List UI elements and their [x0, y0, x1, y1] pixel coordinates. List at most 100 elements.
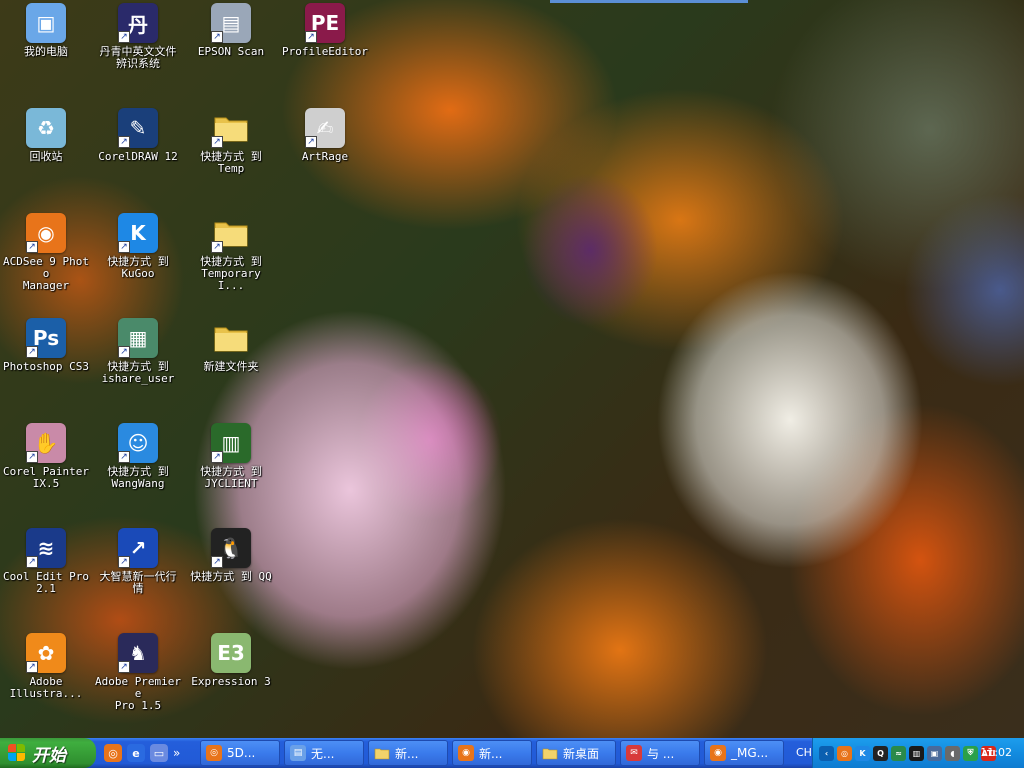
kugoo-icon: K ↗	[118, 213, 158, 253]
desktop-icon-label: 回收站	[29, 150, 63, 163]
desktop-icon-label: 快捷方式 到 QQ	[190, 570, 272, 583]
task-button-label: _MG...	[731, 746, 769, 760]
desktop-icon[interactable]: 新建文件夹	[185, 318, 277, 373]
network-tray-icon[interactable]: ≈	[891, 745, 906, 761]
acdsee-icon: ◉	[710, 745, 726, 761]
show-desktop-icon[interactable]: ▭	[150, 744, 168, 762]
task-button[interactable]: 新桌面	[536, 740, 616, 766]
clock[interactable]: 11:02	[980, 746, 1012, 759]
desktop-icon[interactable]: E3 Expression 3	[185, 633, 277, 688]
desktop-icon-label: Adobe Premiere Pro 1.5	[94, 675, 182, 712]
task-button[interactable]: ▤ 无...	[284, 740, 364, 766]
desktop-icon-label: 快捷方式 到 KuGoo	[107, 255, 169, 280]
illustrator-icon: ✿ ↗	[26, 633, 66, 673]
desktop-icon[interactable]: 🐧 ↗ 快捷方式 到 QQ	[185, 528, 277, 583]
desktop-icon[interactable]: ▤ ↗ EPSON Scan	[185, 3, 277, 58]
artrage-icon: ✍ ↗	[305, 108, 345, 148]
folder-icon	[374, 745, 390, 761]
desktop-icon[interactable]: Ps ↗ Photoshop CS3	[0, 318, 92, 373]
scanner-icon: ▤ ↗	[211, 3, 251, 43]
task-button[interactable]: ◎ 5D...	[200, 740, 280, 766]
desktop-icon[interactable]: K ↗ 快捷方式 到 KuGoo	[92, 213, 184, 280]
desktop-icon-label: CorelDRAW 12	[98, 150, 178, 163]
chat-icon: ✉	[626, 745, 642, 761]
chart-tray-icon[interactable]: ▥	[909, 745, 924, 761]
profile-editor-icon: PE ↗	[305, 3, 345, 43]
task-button-label: 新...	[395, 746, 419, 761]
document-icon: ▤	[290, 745, 306, 761]
desktop-icon[interactable]: ▦ ↗ 快捷方式 到 ishare_user	[92, 318, 184, 385]
task-button[interactable]: 新...	[368, 740, 448, 766]
desktop-icon[interactable]: ✎ ↗ CorelDRAW 12	[92, 108, 184, 163]
desktop-icon-label: Cool Edit Pro 2.1	[2, 570, 90, 595]
shortcut-arrow-icon: ↗	[26, 346, 38, 358]
window-edge	[550, 0, 748, 3]
qq-icon: 🐧 ↗	[211, 528, 251, 568]
my-computer-icon: ▣	[26, 3, 66, 43]
firefox-icon: ◎	[206, 745, 222, 761]
task-button[interactable]: ◉ 新...	[452, 740, 532, 766]
desktop-icon[interactable]: ♻ 回收站	[0, 108, 92, 163]
desktop-icon[interactable]: 丹 ↗ 丹青中英文文件 辨识系统	[92, 3, 184, 70]
shortcut-arrow-icon: ↗	[26, 661, 38, 673]
desktop-icon[interactable]: ✿ ↗ Adobe Illustra...	[0, 633, 92, 700]
desktop-icon-label: Expression 3	[191, 675, 271, 688]
shield-tray-icon[interactable]: ⛨	[963, 745, 978, 761]
cool-edit-icon: ≋ ↗	[26, 528, 66, 568]
task-button[interactable]: ✉ 与 ...	[620, 740, 700, 766]
desktop-icon-label: 快捷方式 到 Temp	[200, 150, 262, 175]
desktop-icon[interactable]: ◉ ↗ ACDSee 9 Photo Manager	[0, 213, 92, 292]
qq-tray-icon[interactable]: Q	[873, 745, 888, 761]
language-indicator[interactable]: CH	[796, 746, 812, 759]
desktop-icon-label: 我的电脑	[24, 45, 68, 58]
desktop-icon[interactable]: ↗ ↗ 大智慧新一代行 情	[92, 528, 184, 595]
desktop-icon[interactable]: ≋ ↗ Cool Edit Pro 2.1	[0, 528, 92, 595]
ie-icon[interactable]: e	[127, 744, 145, 762]
desktop-icon[interactable]: ✋ ↗ Corel Painter IX.5	[0, 423, 92, 490]
danqing-ocr-icon: 丹 ↗	[118, 3, 158, 43]
shortcut-arrow-icon: ↗	[26, 451, 38, 463]
start-button[interactable]: 开始	[0, 738, 96, 768]
windows-logo-icon	[8, 744, 26, 762]
task-button-label: 新...	[479, 746, 503, 761]
photoshop-icon: Ps ↗	[26, 318, 66, 358]
coreldraw-icon: ✎ ↗	[118, 108, 158, 148]
system-tray: ‹ ◎ K Q ≈ ▥ ▣ ◖ ⛨ ATI 11:02	[812, 738, 1024, 768]
icon-glyph: E3	[217, 641, 245, 665]
recycle-bin-icon: ♻	[26, 108, 66, 148]
desktop-icon[interactable]: ♞ ↗ Adobe Premiere Pro 1.5	[92, 633, 184, 712]
network-computer-icon: ▦ ↗	[118, 318, 158, 358]
icon-glyph: ♻	[37, 116, 55, 140]
desktop-icon[interactable]: PE ↗ ProfileEditor	[279, 3, 371, 58]
shortcut-arrow-icon: ↗	[211, 556, 223, 568]
desktop-icon[interactable]: ▥ ↗ 快捷方式 到 JYCLIENT	[185, 423, 277, 490]
task-button-label: 与 ...	[647, 746, 675, 761]
desktop-icon[interactable]: ↗ 快捷方式 到 Temp	[185, 108, 277, 175]
shortcut-arrow-icon: ↗	[305, 136, 317, 148]
quick-launch-more-button[interactable]: »	[173, 746, 183, 760]
icon-glyph: ▣	[36, 11, 56, 35]
desktop-icon[interactable]: ↗ 快捷方式 到 Temporary I...	[185, 213, 277, 292]
back-arrow-icon[interactable]: ‹	[819, 745, 834, 761]
volume-tray-icon[interactable]: ◖	[945, 745, 960, 761]
firefox-icon[interactable]: ◎	[104, 744, 122, 762]
shortcut-arrow-icon: ↗	[211, 451, 223, 463]
shortcut-arrow-icon: ↗	[26, 556, 38, 568]
shortcut-arrow-icon: ↗	[118, 661, 130, 673]
acdsee-icon: ◉	[458, 745, 474, 761]
desktop-icon[interactable]: ▣ 我的电脑	[0, 3, 92, 58]
monitor-tray-icon[interactable]: ▣	[927, 745, 942, 761]
acdsee-icon: ◉ ↗	[26, 213, 66, 253]
expression-icon: E3	[211, 633, 251, 673]
task-button[interactable]: ◉ _MG...	[704, 740, 784, 766]
shortcut-arrow-icon: ↗	[118, 31, 130, 43]
kugoo-tray-icon[interactable]: K	[855, 745, 870, 761]
firefox-tray-icon[interactable]: ◎	[837, 745, 852, 761]
task-button-label: 新桌面	[563, 746, 600, 761]
desktop-icon[interactable]: ☺ ↗ 快捷方式 到 WangWang	[92, 423, 184, 490]
desktop-icon-label: 快捷方式 到 Temporary I...	[200, 255, 262, 292]
desktop-icon-label: Corel Painter IX.5	[2, 465, 90, 490]
desktop-icon-label: 快捷方式 到 WangWang	[107, 465, 169, 490]
shortcut-arrow-icon: ↗	[118, 556, 130, 568]
desktop-icon[interactable]: ✍ ↗ ArtRage	[279, 108, 371, 163]
